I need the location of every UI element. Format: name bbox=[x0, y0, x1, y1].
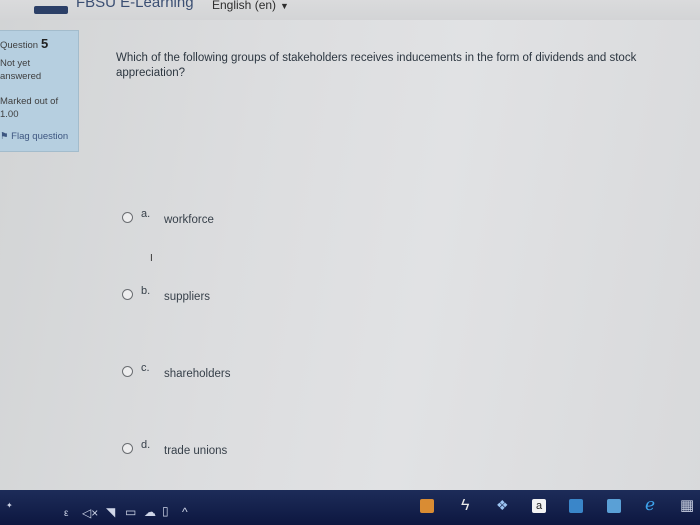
top-navbar: FBSU E-Learning English (en) ▼ bbox=[0, 0, 700, 20]
answer-label[interactable]: workforce bbox=[164, 214, 214, 226]
radio-button[interactable] bbox=[122, 443, 133, 454]
edge-browser-icon[interactable]: ℯ bbox=[645, 495, 655, 515]
battery-icon[interactable]: ▯ bbox=[162, 504, 169, 518]
show-hidden-icons-icon[interactable]: ^ bbox=[182, 505, 188, 519]
volume-icon[interactable]: ◁× bbox=[82, 506, 98, 520]
keyboard-icon[interactable]: ▭ bbox=[125, 505, 136, 519]
radio-button[interactable] bbox=[122, 212, 133, 223]
answer-letter: c. bbox=[141, 362, 150, 374]
question-label: Question bbox=[0, 40, 39, 51]
question-number-line: Question 5 bbox=[0, 36, 48, 51]
flag-question-link[interactable]: ⚑ Flag question bbox=[0, 131, 68, 142]
amazon-app-icon[interactable]: a bbox=[532, 499, 546, 513]
question-grade: Marked out of 1.00 bbox=[0, 96, 59, 120]
answer-label[interactable]: shareholders bbox=[164, 368, 230, 380]
question-text: Which of the following groups of stakeho… bbox=[116, 52, 637, 79]
answer-letter: a. bbox=[141, 208, 151, 220]
photos-icon[interactable] bbox=[607, 499, 621, 513]
chrome-app-icon[interactable] bbox=[420, 499, 434, 513]
input-language-indicator[interactable]: ε bbox=[64, 508, 68, 519]
dropbox-icon[interactable]: ❖ bbox=[496, 497, 509, 514]
question-info-panel: Question 5 Not yet answered Marked out of… bbox=[0, 30, 79, 152]
flag-icon: ⚑ bbox=[0, 131, 9, 142]
language-label: English (en) bbox=[212, 0, 277, 12]
people-icon[interactable]: ✦ bbox=[6, 501, 13, 510]
answer-letter: b. bbox=[141, 285, 151, 297]
answer-label[interactable]: trade unions bbox=[164, 445, 227, 457]
site-name[interactable]: FBSU E-Learning bbox=[76, 0, 194, 11]
question-number: 5 bbox=[41, 36, 49, 51]
answer-letter: d. bbox=[141, 439, 151, 451]
mouse-cursor-icon: I bbox=[150, 253, 153, 264]
radio-button[interactable] bbox=[122, 366, 133, 377]
wifi-icon[interactable]: ◥ bbox=[106, 505, 115, 519]
mail-icon[interactable] bbox=[569, 499, 583, 513]
bolt-app-icon[interactable]: ϟ bbox=[461, 497, 469, 515]
taskbar: ✦ ε ◁× ◥ ▭ ☁ ▯ ^ ϟ ❖ a ℯ ▦ bbox=[0, 490, 700, 525]
chevron-down-icon: ▼ bbox=[280, 1, 289, 11]
cloud-icon[interactable]: ☁ bbox=[144, 505, 156, 519]
site-logo[interactable] bbox=[34, 6, 68, 14]
answer-label[interactable]: suppliers bbox=[164, 291, 210, 303]
question-state: Not yet answered bbox=[0, 58, 42, 82]
flag-question-label: Flag question bbox=[11, 131, 69, 142]
calculator-icon[interactable]: ▦ bbox=[680, 496, 694, 514]
language-menu[interactable]: English (en) ▼ bbox=[212, 0, 289, 12]
radio-button[interactable] bbox=[122, 289, 133, 300]
